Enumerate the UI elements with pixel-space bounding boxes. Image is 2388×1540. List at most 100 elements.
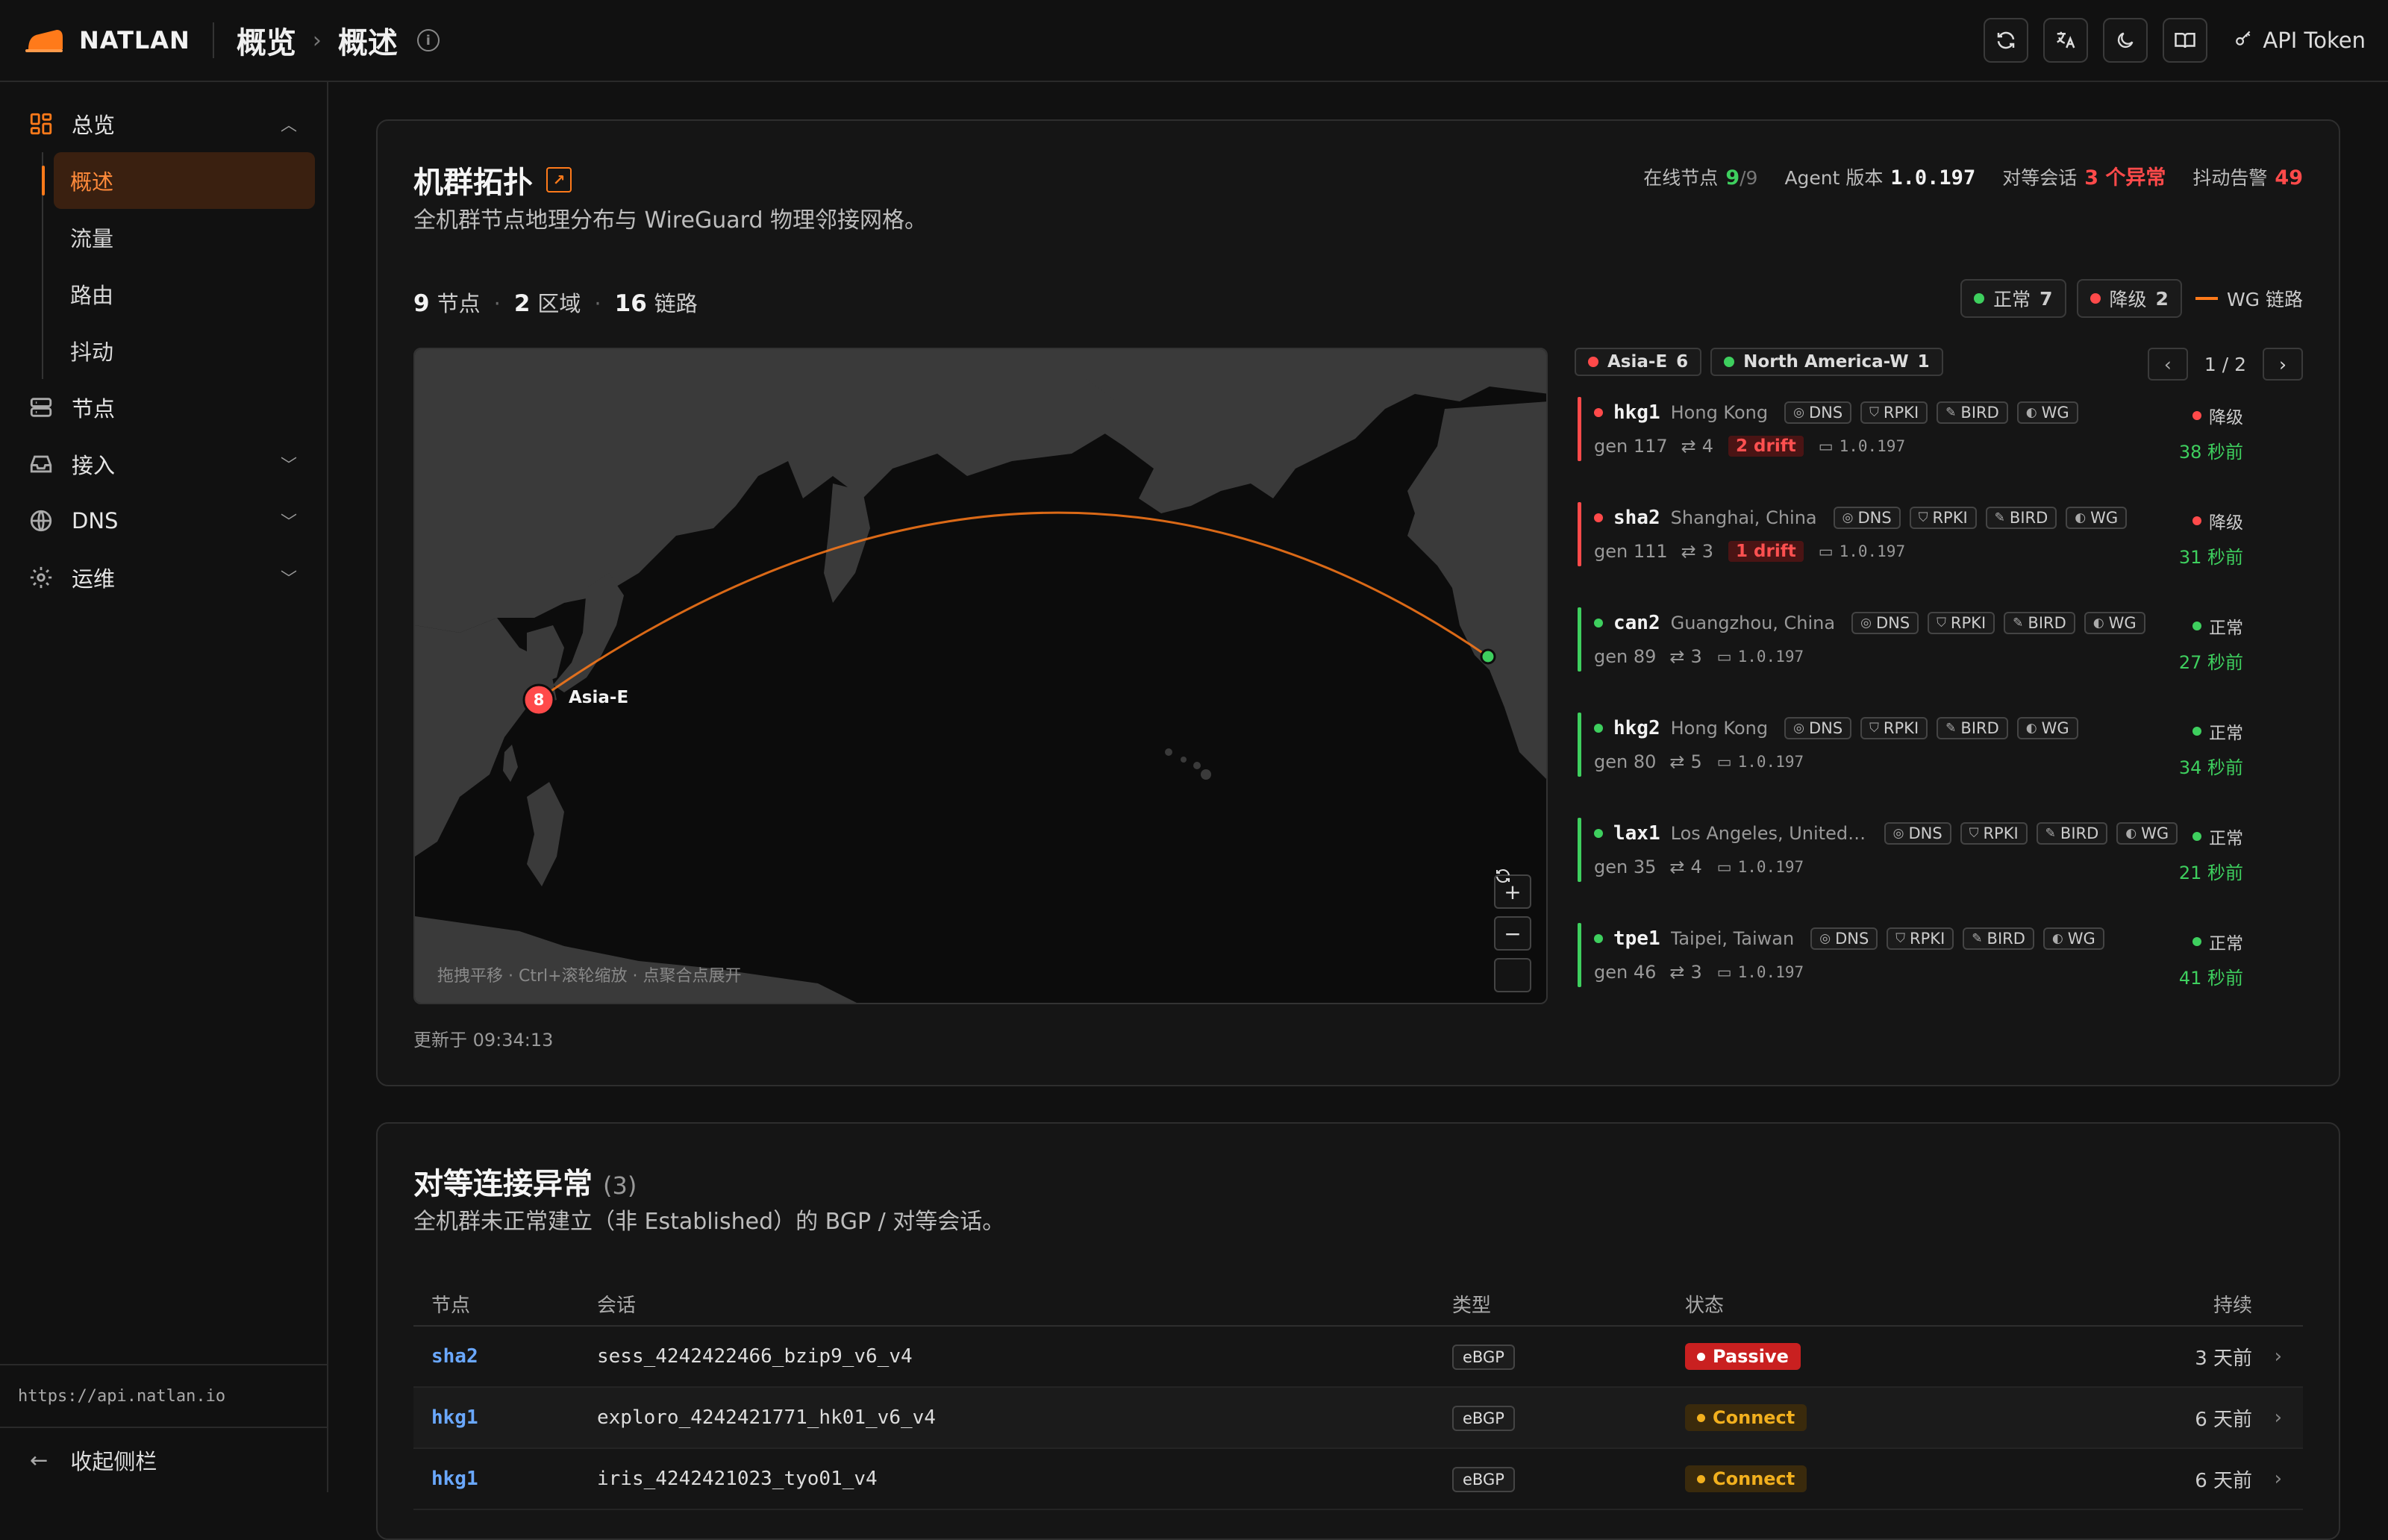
breadcrumb-overview[interactable]: 概览 [237,19,296,62]
node-row-hkg2[interactable]: hkg2 Hong Kong ◎ DNS ⛉ RPKI ✎ BIRD ◐ WG gen 80 … [1575,708,2306,813]
legend-count: 2 [2155,287,2169,310]
node-row-hkg1[interactable]: hkg1 Hong Kong ◎ DNS ⛉ RPKI ✎ BIRD ◐ WG gen 117… [1575,392,2306,498]
reset-view-button[interactable] [1494,868,1531,992]
gear-icon [30,566,52,589]
node-version: 1.0.197 [1737,963,1804,981]
col-status[interactable]: 状态 [1685,1290,2148,1318]
prev-page-button[interactable]: ‹ [2147,348,2188,381]
refresh-icon [1496,868,1510,883]
peer-node-link[interactable]: sha2 [431,1345,478,1368]
col-duration[interactable]: 持续 [2148,1290,2252,1318]
count-regions-label: 区域 [537,291,581,316]
sidebar-item-routes[interactable]: 路由 [54,266,315,322]
tag-label: WG [2090,509,2119,527]
peers-icon: ⇄ [1669,857,1685,877]
peer-node-link[interactable]: hkg1 [431,1406,478,1429]
region-tab-north-america-w[interactable]: North America-W 1 [1710,348,1943,376]
external-link-icon[interactable]: ↗ [546,167,572,192]
zoom-out-button[interactable]: − [1494,916,1531,951]
chevron-right-icon[interactable]: › [2252,1468,2303,1490]
tag-label: RPKI [1983,824,2019,842]
dns-icon: ◎ [1793,405,1804,420]
stat-jitter-value: 49 [2275,166,2303,190]
map-hint: 拖拽平移 · Ctrl+滚轮缩放 · 点聚合点展开 [437,967,742,986]
peer-node-link[interactable]: hkg1 [431,1468,478,1490]
sidebar-group-nodes[interactable]: 节点 [0,379,327,436]
tag-bird: ✎ BIRD [1937,717,2008,739]
theme-toggle-button[interactable] [2103,18,2148,63]
stat-peers: 对等会话 3 个异常 [2002,161,2166,190]
status-bar [1578,713,1581,777]
tag-label: WG [2108,614,2137,632]
dns-icon: ◎ [1819,931,1831,946]
col-type[interactable]: 类型 [1452,1290,1685,1318]
node-version: 1.0.197 [1737,858,1804,876]
table-row[interactable]: hkg1 iris_4242421023_tyo01_v4 eBGP Conne… [413,1449,2303,1510]
sidebar-item-traffic[interactable]: 流量 [54,209,315,266]
stat-online: 在线节点 9/9 [1643,163,1757,190]
dns-icon: ◎ [1793,721,1804,736]
cluster-count[interactable]: 8 [524,685,554,715]
tag-dns: ◎ DNS [1810,927,1878,950]
tag-label: BIRD [2009,509,2048,527]
status-dot [1594,513,1603,522]
status-dot [1697,1474,1705,1483]
bird-icon: ✎ [1972,931,1983,946]
peer-duration: 6 天前 [2195,1469,2252,1492]
next-page-button[interactable]: › [2263,348,2303,381]
region-tab-label: North America-W [1743,352,1909,372]
collapse-sidebar-label: 收起侧栏 [70,1449,157,1474]
tag-rpki: ⛉ RPKI [1887,927,1954,950]
node-name: lax1 [1613,822,1660,845]
sidebar-group-ops[interactable]: 运维 ﹀ [0,549,327,606]
chevron-right-icon[interactable]: › [2252,1406,2303,1429]
bird-icon: ✎ [1945,721,1957,736]
tag-label: WG [2067,930,2095,948]
node-row-tpe1[interactable]: tpe1 Taipei, Taiwan ◎ DNS ⛉ RPKI ✎ BIRD ◐ WG ge… [1575,918,2306,1024]
cluster-label: Asia-E [569,688,629,707]
sidebar-item-summary[interactable]: 概述 [42,152,315,209]
info-icon[interactable]: i [416,29,440,51]
sidebar-group-overview[interactable]: 总览 ︿ [0,96,327,152]
refresh-button[interactable] [1984,18,2029,63]
node-gen: gen 46 [1594,962,1657,983]
tag-label: DNS [1908,824,1942,842]
legend-normal[interactable]: 正常 7 [1960,279,2066,318]
wg-icon: ◐ [2025,405,2037,420]
col-session[interactable]: 会话 [597,1290,1452,1318]
peer-duration: 3 天前 [2195,1347,2252,1370]
legend-wg-label: WG 链路 [2226,289,2303,310]
tag-dns: ◎ DNS [1784,717,1852,739]
col-node[interactable]: 节点 [413,1290,597,1318]
region-tabs: Asia-E 6 North America-W 1 [1575,348,1952,376]
tag-label: WG [2141,824,2169,842]
tag-dns: ◎ DNS [1851,612,1919,634]
node-row-can2[interactable]: can2 Guangzhou, China ◎ DNS ⛉ RPKI ✎ BIRD ◐ WG … [1575,603,2306,708]
brand[interactable]: NATLAN [24,26,190,54]
wg-icon: ◐ [2025,721,2037,736]
node-row-lax1[interactable]: lax1 Los Angeles, United ... ◎ DNS ⛉ RPKI ✎ B… [1575,813,2306,918]
node-status-label: 正常 [2209,829,2243,848]
region-tab-asia-e[interactable]: Asia-E 6 [1575,348,1702,376]
legend-degraded[interactable]: 降级 2 [2076,279,2182,318]
language-button[interactable] [2043,18,2089,63]
topology-map[interactable]: 8 Asia-E 拖拽平移 · Ctrl+滚轮缩放 · 点聚合点展开 + − [413,348,1548,1004]
tag-label: DNS [1808,404,1843,422]
sidebar-item-jitter[interactable]: 抖动 [54,322,315,379]
collapse-sidebar-button[interactable]: ← 收起侧栏 [0,1427,328,1492]
node-row-sha2[interactable]: sha2 Shanghai, China ◎ DNS ⛉ RPKI ✎ BIRD ◐ WG g… [1575,498,2306,603]
table-row[interactable]: hkg1 exploro_4242421771_hk01_v6_v4 eBGP … [413,1388,2303,1449]
table-row[interactable]: sha2 sess_4242422466_bzip9_v6_v4 eBGP Pa… [413,1327,2303,1388]
docs-button[interactable] [2163,18,2208,63]
status-bar [1578,397,1581,461]
peer-type-badge: eBGP [1452,1467,1515,1492]
status-dot [2192,622,2201,630]
tag-label: DNS [1835,930,1869,948]
node-name: tpe1 [1613,927,1660,950]
peers-icon: ⇄ [1669,751,1685,772]
sidebar-group-access[interactable]: 接入 ﹀ [0,436,327,492]
node-version: 1.0.197 [1839,542,1906,560]
api-token-button[interactable]: API Token [2234,28,2366,53]
chevron-right-icon[interactable]: › [2252,1345,2303,1368]
sidebar-group-dns[interactable]: DNS ﹀ [0,492,327,549]
